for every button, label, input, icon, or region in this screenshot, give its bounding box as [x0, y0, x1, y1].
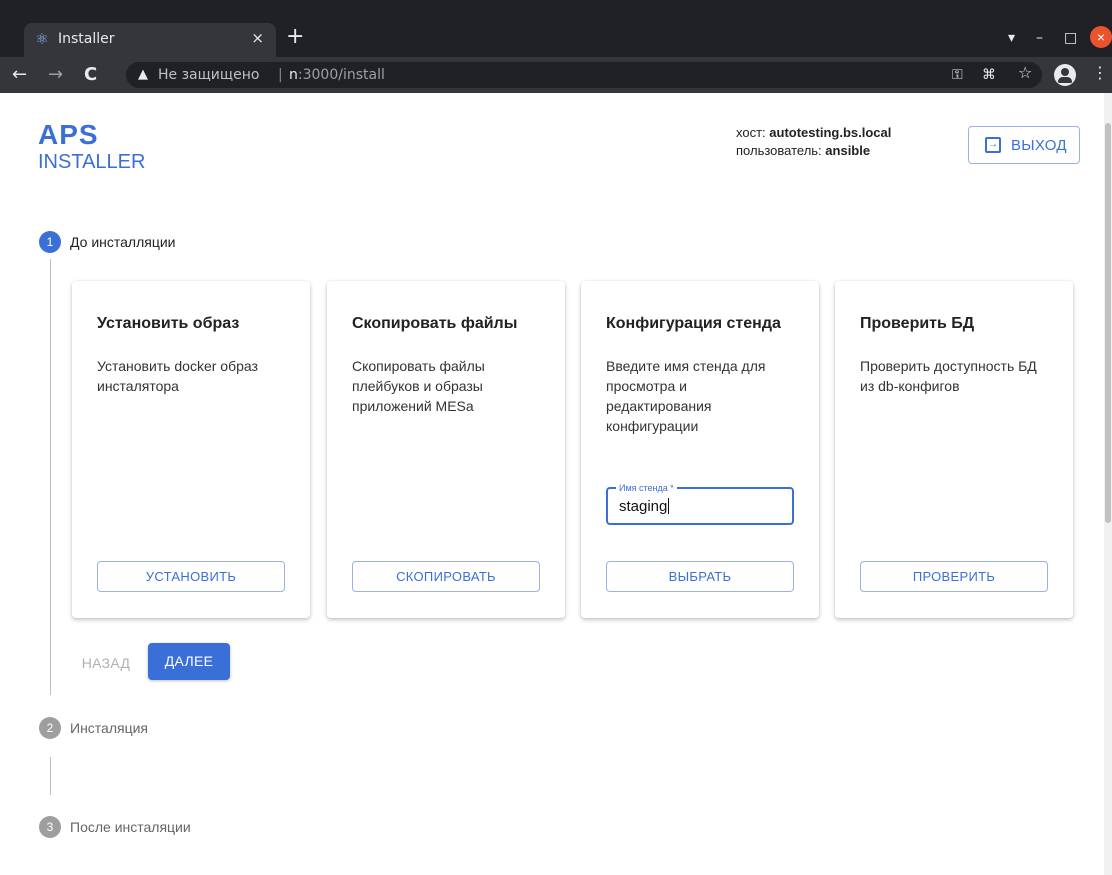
card-title: Скопировать файлы — [352, 315, 518, 332]
card-check-db: Проверить БД Проверить доступность БД из… — [835, 281, 1073, 618]
insecure-label[interactable]: Не защищено — [158, 62, 259, 88]
step-3-label: После инсталяции — [70, 819, 191, 835]
url-text[interactable]: n:3000/install — [289, 62, 385, 88]
user-line: пользователь: ansible — [736, 142, 891, 160]
step-1-indicator: 1 — [39, 231, 61, 253]
window-close-icon[interactable]: × — [1090, 26, 1112, 48]
react-icon: ⚛ — [35, 30, 49, 48]
step-1-label: До инсталляции — [70, 234, 176, 250]
card-title: Конфигурация стенда — [606, 315, 781, 332]
star-icon[interactable]: ☆ — [1018, 63, 1032, 83]
card-title: Проверить БД — [860, 315, 975, 332]
select-button[interactable]: ВЫБРАТЬ — [606, 561, 794, 592]
profile-avatar-icon[interactable] — [1054, 64, 1076, 86]
step-2-label: Инсталяция — [70, 720, 149, 736]
step-1-connector — [50, 259, 51, 695]
check-button[interactable]: ПРОВЕРИТЬ — [860, 561, 1048, 592]
tab-title: Installer — [58, 31, 115, 47]
tab-close-icon[interactable]: × — [251, 29, 264, 47]
scrollbar-thumb[interactable] — [1105, 123, 1111, 523]
warning-icon[interactable]: ▲ — [138, 62, 148, 88]
user-label: пользователь: — [736, 143, 822, 158]
step-2-indicator: 2 — [39, 717, 61, 739]
address-bar[interactable]: ▲ Не защищено | n:3000/install — [126, 62, 1042, 88]
page-content: APS INSTALLER хост: autotesting.bs.local… — [0, 93, 1112, 875]
host-info: хост: autotesting.bs.local пользователь:… — [736, 124, 891, 160]
next-button[interactable]: ДАЛЕЕ — [148, 643, 230, 680]
logo-installer: INSTALLER — [38, 151, 146, 173]
card-copy-files: Скопировать файлы Скопировать файлы плей… — [327, 281, 565, 618]
page-scrollbar[interactable] — [1104, 93, 1112, 875]
step-2-connector — [50, 757, 51, 795]
url-separator: | — [278, 67, 283, 83]
minimize-icon[interactable]: – — [1036, 28, 1043, 48]
back-arrow-icon[interactable]: ← — [12, 63, 27, 87]
step-3-indicator: 3 — [39, 816, 61, 838]
card-description: Установить docker образ инсталятора — [97, 358, 258, 394]
logout-button[interactable]: → ВЫХОД — [968, 126, 1080, 164]
card-stand-config: Конфигурация стенда Введите имя стенда д… — [581, 281, 819, 618]
host-value: autotesting.bs.local — [769, 125, 892, 140]
new-tab-button[interactable]: + — [286, 24, 304, 50]
browser-tab[interactable]: ⚛ Installer × — [24, 23, 276, 57]
browser-tab-bar: ⚛ Installer × + ▾ – □ × — [0, 0, 1112, 57]
stand-name-input[interactable]: Имя стенда * staging — [606, 482, 794, 525]
logout-icon: → — [985, 137, 1001, 153]
host-line: хост: autotesting.bs.local — [736, 124, 891, 142]
reload-icon[interactable]: C — [84, 63, 97, 87]
key-icon[interactable]: ⚿ — [952, 65, 963, 85]
stand-name-label: Имя стенда * — [616, 482, 677, 494]
user-value: ansible — [825, 143, 871, 158]
card-install-image: Установить образ Установить docker образ… — [72, 281, 310, 618]
host-label: хост: — [736, 125, 766, 140]
back-button[interactable]: НАЗАД — [72, 645, 140, 681]
card-title: Установить образ — [97, 315, 240, 332]
logo-aps: APS — [38, 119, 99, 150]
menu-icon[interactable]: ⋮ — [1092, 63, 1108, 83]
install-button[interactable]: УСТАНОВИТЬ — [97, 561, 285, 592]
copy-button[interactable]: СКОПИРОВАТЬ — [352, 561, 540, 592]
translate-icon[interactable]: ⌘ — [982, 65, 996, 85]
url-host: n — [289, 67, 298, 83]
stand-name-value[interactable]: staging — [619, 498, 669, 515]
url-path: :3000/install — [297, 67, 385, 83]
logout-label: ВЫХОД — [1011, 137, 1067, 154]
maximize-icon[interactable]: □ — [1064, 28, 1077, 48]
extension-icon[interactable]: ▾ — [1008, 28, 1015, 48]
card-description: Проверить доступность БД из db-конфигов — [860, 358, 1037, 394]
browser-toolbar: ← → C ▲ Не защищено | n:3000/install ⚿ ⌘… — [0, 57, 1112, 93]
card-description: Скопировать файлы плейбуков и образы при… — [352, 358, 485, 414]
forward-arrow-icon[interactable]: → — [48, 63, 63, 87]
card-description: Введите имя стенда для просмотра и редак… — [606, 358, 766, 434]
